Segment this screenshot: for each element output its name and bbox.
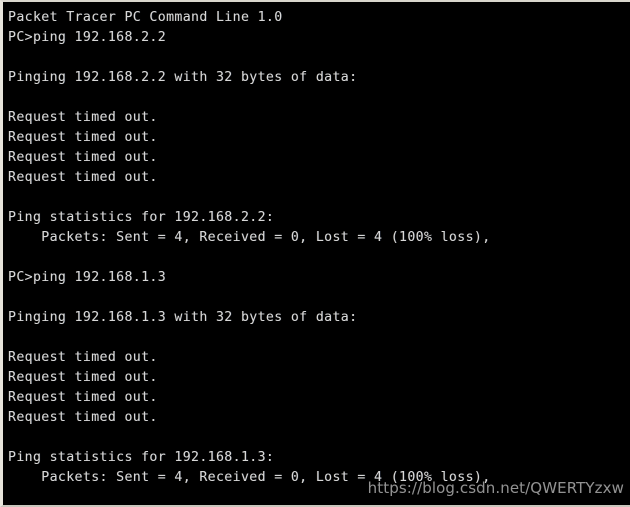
terminal-line: Request timed out. — [8, 370, 158, 385]
terminal-output[interactable]: Packet Tracer PC Command Line 1.0 PC>ping… — [8, 8, 630, 505]
terminal-line: Packets: Sent = 4, Received = 0, Lost = … — [8, 470, 491, 485]
terminal-line: Request timed out. — [8, 350, 158, 365]
terminal-line: Request timed out. — [8, 390, 158, 405]
terminal-line: Ping statistics for 192.168.2.2: — [8, 210, 275, 225]
terminal-line: Pinging 192.168.2.2 with 32 bytes of dat… — [8, 70, 358, 85]
terminal-line: Packet Tracer PC Command Line 1.0 — [8, 10, 283, 25]
terminal-line: Pinging 192.168.1.3 with 32 bytes of dat… — [8, 310, 358, 325]
terminal-line: Packets: Sent = 4, Received = 0, Lost = … — [8, 230, 491, 245]
terminal-line: Request timed out. — [8, 110, 158, 125]
terminal-line: PC>ping 192.168.1.3 — [8, 270, 167, 285]
terminal-line: Ping statistics for 192.168.1.3: — [8, 450, 275, 465]
terminal-line: Request timed out. — [8, 410, 158, 425]
terminal-window[interactable]: Packet Tracer PC Command Line 1.0 PC>ping… — [0, 0, 630, 507]
terminal-line: Request timed out. — [8, 150, 158, 165]
terminal-line: Request timed out. — [8, 170, 158, 185]
terminal-line: PC>ping 192.168.2.2 — [8, 30, 167, 45]
terminal-line: Request timed out. — [8, 130, 158, 145]
